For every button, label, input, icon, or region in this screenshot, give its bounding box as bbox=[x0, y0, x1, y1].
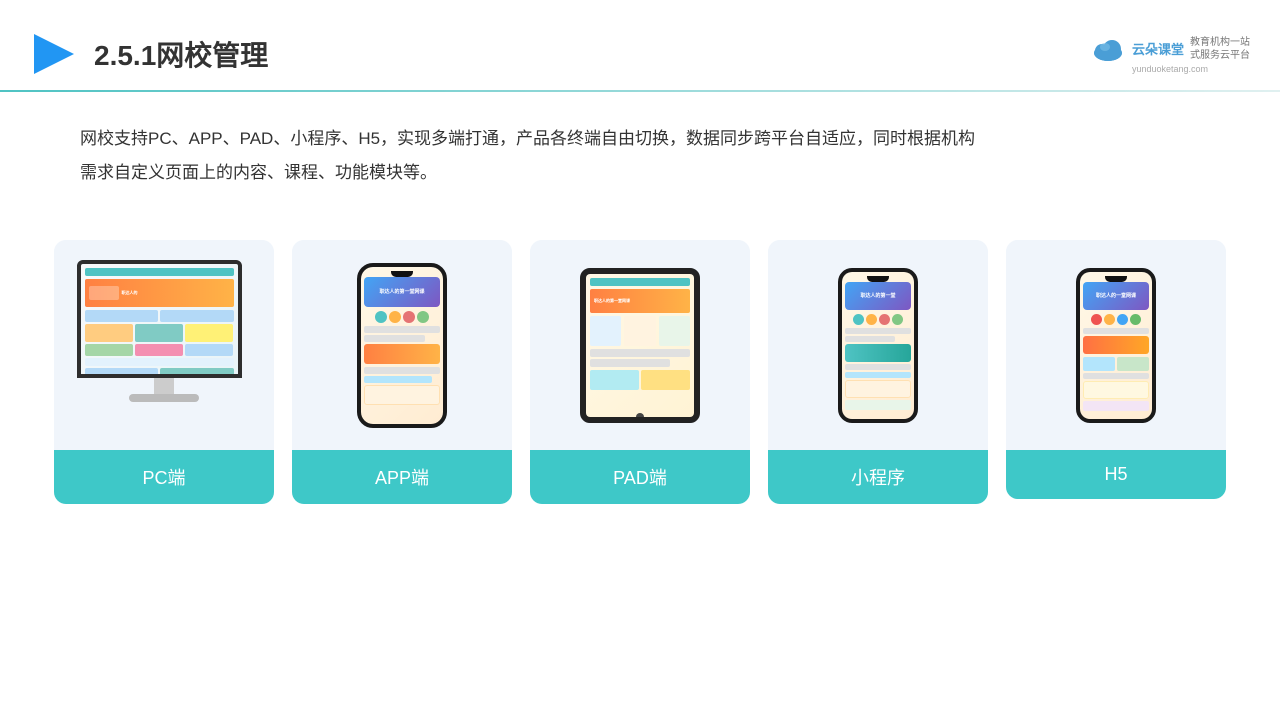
card-pad-label: PAD端 bbox=[530, 450, 750, 504]
card-app-label: APP端 bbox=[292, 450, 512, 504]
logo-area: 云朵课堂 教育机构一站 式服务云平台 yunduoketang.com bbox=[1090, 35, 1250, 74]
h5-phone-mockup: 职达人的一堂网课 bbox=[1076, 268, 1156, 423]
logo-subtitle: 教育机构一站 式服务云平台 bbox=[1190, 36, 1250, 62]
card-miniprogram: 职达人的第一堂 bbox=[768, 240, 988, 504]
card-h5: 职达人的一堂网课 bbox=[1006, 240, 1226, 499]
card-pad: 职达人的第一堂网课 bbox=[530, 240, 750, 504]
play-icon bbox=[30, 30, 78, 78]
logo-cloud: 云朵课堂 教育机构一站 式服务云平台 bbox=[1090, 35, 1250, 63]
card-miniprogram-image: 职达人的第一堂 bbox=[768, 240, 988, 450]
card-pad-image: 职达人的第一堂网课 bbox=[530, 240, 750, 450]
card-pc-label: PC端 bbox=[54, 450, 274, 504]
logo-url: yunduoketang.com bbox=[1132, 64, 1208, 74]
header-left: 2.5.1网校管理 bbox=[30, 30, 268, 78]
cloud-logo-icon bbox=[1090, 35, 1126, 63]
card-app: 职达人的第一堂网课 bbox=[292, 240, 512, 504]
page-description: 网校支持PC、APP、PAD、小程序、H5，实现多端打通，产品各终端自由切换，数… bbox=[0, 92, 1280, 200]
logo-brand-name: 云朵课堂 bbox=[1132, 39, 1184, 58]
cards-container: 职达人的 bbox=[0, 210, 1280, 504]
pad-tablet-mockup: 职达人的第一堂网课 bbox=[580, 268, 700, 423]
card-miniprogram-label: 小程序 bbox=[768, 450, 988, 504]
description-text-2: 需求自定义页面上的内容、课程、功能模块等。 bbox=[80, 156, 1200, 190]
monitor-base bbox=[129, 394, 199, 402]
page-header: 2.5.1网校管理 云朵课堂 教育机构一站 式服务云平台 yunduoketan… bbox=[0, 0, 1280, 90]
page-title: 2.5.1网校管理 bbox=[94, 34, 268, 74]
pc-monitor-mockup: 职达人的 bbox=[77, 260, 252, 430]
monitor-screen: 职达人的 bbox=[77, 260, 242, 378]
app-phone-mockup: 职达人的第一堂网课 bbox=[357, 263, 447, 428]
miniprogram-phone-mockup: 职达人的第一堂 bbox=[838, 268, 918, 423]
card-h5-image: 职达人的一堂网课 bbox=[1006, 240, 1226, 450]
card-pc: 职达人的 bbox=[54, 240, 274, 504]
monitor-neck bbox=[154, 378, 174, 394]
card-pc-image: 职达人的 bbox=[54, 240, 274, 450]
description-text: 网校支持PC、APP、PAD、小程序、H5，实现多端打通，产品各终端自由切换，数… bbox=[80, 122, 1200, 156]
card-h5-label: H5 bbox=[1006, 450, 1226, 499]
card-app-image: 职达人的第一堂网课 bbox=[292, 240, 512, 450]
